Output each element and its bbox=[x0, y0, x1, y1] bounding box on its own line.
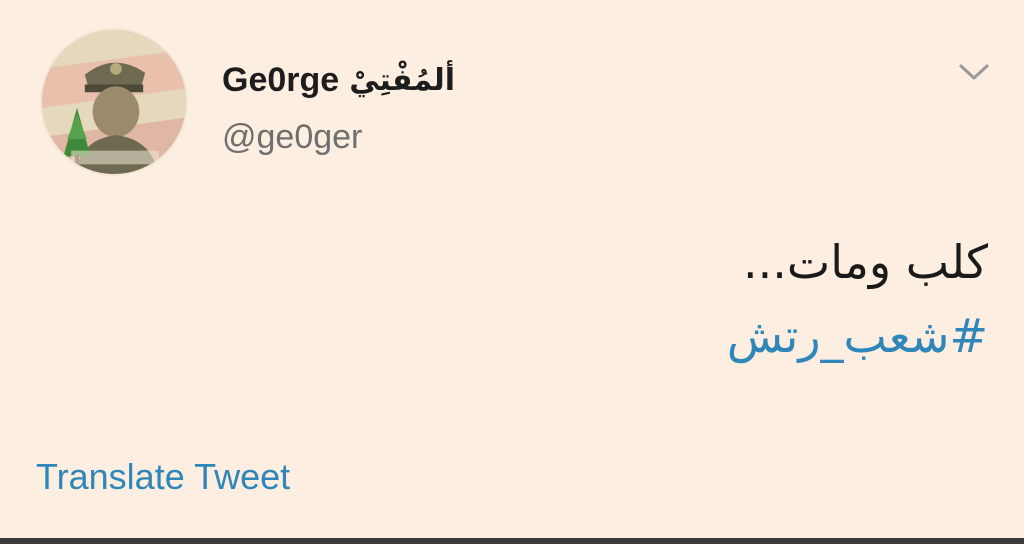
bottom-divider bbox=[0, 538, 1024, 544]
avatar[interactable] bbox=[40, 28, 188, 176]
tweet-menu-button[interactable] bbox=[956, 58, 992, 86]
display-name-arabic[interactable]: ألمُفْتِيْ bbox=[349, 63, 455, 98]
author-name-row[interactable]: Ge0rge ألمُفْتِيْ bbox=[222, 56, 455, 104]
user-handle[interactable]: @ge0ger bbox=[222, 118, 362, 157]
portrait-with-cedar-icon bbox=[42, 30, 186, 174]
tweet-card: Ge0rge ألمُفْتِيْ @ge0ger كلب ومات... #ش… bbox=[0, 0, 1024, 544]
hashtag-link[interactable]: #شعب_رتش bbox=[727, 306, 988, 366]
tweet-text: كلب ومات... bbox=[743, 235, 988, 289]
translate-tweet-link[interactable]: Translate Tweet bbox=[36, 456, 290, 498]
display-name[interactable]: Ge0rge bbox=[222, 61, 339, 100]
chevron-down-icon bbox=[959, 64, 989, 80]
